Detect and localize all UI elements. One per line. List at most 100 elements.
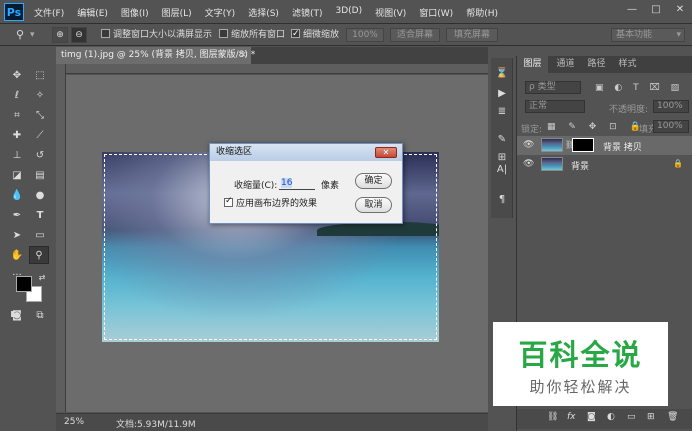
ok-button[interactable]: 确定 [355, 173, 392, 189]
blend-mode-select[interactable]: 正常 [525, 100, 585, 113]
zoom-tool-preset-icon[interactable]: ⚲ [16, 28, 24, 42]
group-icon[interactable]: ▭ [627, 412, 636, 422]
options-bar: ⚲ ▾ ⊕ ⊖ 调整窗口大小以满屏显示 缩放所有窗口 细微缩放 100% 适合屏… [0, 24, 692, 46]
menu-view[interactable]: 视图(V) [375, 6, 406, 19]
trash-icon[interactable]: 🗑 [667, 412, 678, 422]
fx-icon[interactable]: fx [567, 412, 576, 422]
menu-bar: Ps 文件(F) 编辑(E) 图像(I) 图层(L) 文字(Y) 选择(S) 滤… [0, 0, 692, 24]
crop-tool-icon[interactable]: ⌗ [7, 107, 27, 125]
shape-tool-icon[interactable]: ▭ [30, 227, 50, 245]
clone-stamp-tool-icon[interactable]: ⊥ [7, 147, 27, 165]
foreground-color-swatch[interactable] [16, 276, 32, 292]
contract-amount-label: 收缩量(C): [234, 181, 278, 191]
scrubby-zoom-checkbox[interactable] [291, 27, 300, 41]
zoom-100-button[interactable]: 100% [346, 28, 384, 42]
filter-icons[interactable]: ▣ ◐ T ⌧ ▨ [595, 83, 683, 93]
menu-select[interactable]: 选择(S) [248, 6, 279, 19]
layer-row-background-copy[interactable]: 👁 ⛓ 背景 拷贝 [517, 136, 692, 155]
tab-channels[interactable]: 通道 [550, 56, 581, 73]
eraser-tool-icon[interactable]: ◪ [7, 167, 27, 185]
menu-layer[interactable]: 图层(L) [162, 6, 192, 19]
actions-panel-icon[interactable]: ▶ [494, 86, 510, 102]
layer-filter-select[interactable]: ρ 类型 [525, 81, 581, 94]
dialog-close-button[interactable]: ✕ [375, 147, 397, 158]
close-window-button[interactable]: ✕ [668, 0, 692, 20]
eyedropper-tool-icon[interactable]: ⤡ [30, 107, 50, 125]
zoom-all-option[interactable]: 缩放所有窗口 [219, 28, 285, 42]
menu-image[interactable]: 图像(I) [121, 6, 149, 19]
visibility-eye-icon[interactable]: 👁 [523, 140, 534, 150]
apply-canvas-bounds-option[interactable]: 应用画布边界的效果 [224, 196, 317, 209]
menu-help[interactable]: 帮助(H) [466, 6, 498, 19]
mask-icon[interactable]: ◙ [587, 412, 596, 422]
vertical-ruler [56, 64, 66, 412]
character-panel-icon[interactable]: A| [494, 162, 510, 178]
screen-mode-icon[interactable]: ⧉ [30, 307, 50, 325]
zoom-tool-icon[interactable]: ⚲ [29, 246, 49, 264]
fill-input[interactable]: 100% [653, 120, 689, 133]
workspace-select[interactable]: 基本功能 ▾ [611, 28, 685, 42]
layer-mask-thumbnail[interactable] [572, 138, 594, 152]
properties-panel-icon[interactable]: ≣ [494, 104, 510, 120]
gradient-tool-icon[interactable]: ▤ [30, 167, 50, 185]
layer-row-background[interactable]: 👁 背景 🔒 [517, 155, 692, 174]
pen-tool-icon[interactable]: ✒ [7, 207, 27, 225]
contract-amount-input[interactable]: 16 [279, 177, 315, 190]
magic-wand-tool-icon[interactable]: ✧ [30, 87, 50, 105]
watermark-logo: 百科全说 助你轻松解决 [493, 322, 668, 406]
path-selection-tool-icon[interactable]: ➤ [7, 227, 27, 245]
menu-3d[interactable]: 3D(D) [335, 6, 362, 19]
lock-icons[interactable]: ▦ ✎ ✥ ⊡ 🔒 [547, 122, 646, 132]
resize-windows-label: 调整窗口大小以满屏显示 [113, 30, 213, 40]
adjustment-icon[interactable]: ◐ [607, 412, 615, 422]
minimize-button[interactable]: — [620, 0, 644, 20]
scrubby-zoom-option[interactable]: 细微缩放 [291, 27, 339, 42]
opacity-input[interactable]: 100% [653, 100, 689, 113]
status-zoom[interactable]: 25% [64, 417, 84, 427]
move-tool-icon[interactable]: ✥ [7, 67, 27, 85]
fit-screen-button[interactable]: 适合屏幕 [390, 28, 440, 42]
zoom-in-icon[interactable]: ⊕ [52, 27, 68, 43]
history-panel-icon[interactable]: ⌛ [494, 66, 510, 82]
blur-tool-icon[interactable]: 💧 [7, 187, 27, 205]
brush-tool-icon[interactable]: ⟋ [30, 127, 50, 145]
layer-filter-label: ρ 类型 [529, 82, 556, 92]
chevron-down-icon[interactable]: ▾ [30, 28, 35, 42]
type-tool-icon[interactable]: T [30, 207, 50, 225]
swap-colors-icon[interactable]: ⇄ [32, 269, 52, 287]
menu-file[interactable]: 文件(F) [34, 6, 64, 19]
visibility-eye-icon[interactable]: 👁 [523, 159, 534, 169]
menu-window[interactable]: 窗口(W) [419, 6, 453, 19]
tab-styles[interactable]: 样式 [612, 56, 643, 73]
apply-canvas-bounds-label: 应用画布边界的效果 [236, 199, 318, 209]
apply-canvas-bounds-checkbox[interactable] [224, 196, 233, 207]
lock-icon: 🔒 [673, 159, 683, 168]
close-icon[interactable]: × [239, 47, 247, 64]
menu-type[interactable]: 文字(Y) [205, 6, 236, 19]
dodge-tool-icon[interactable]: ● [30, 187, 50, 205]
paragraph-panel-icon[interactable]: ¶ [494, 192, 510, 208]
document-tab[interactable]: timg (1).jpg @ 25% (背景 拷贝, 图层蒙版/8) * × [56, 47, 255, 64]
cancel-button[interactable]: 取消 [355, 197, 392, 213]
status-doc-size: 文档:5.93M/11.9M [116, 420, 196, 430]
layers-panel-footer: ⛓ fx ◙ ◐ ▭ ⊞ 🗑 [517, 409, 692, 429]
menu-edit[interactable]: 编辑(E) [77, 6, 108, 19]
healing-brush-tool-icon[interactable]: ✚ [7, 127, 27, 145]
tab-layers[interactable]: 图层 [517, 56, 548, 73]
zoom-all-checkbox[interactable] [219, 29, 228, 38]
hand-tool-icon[interactable]: ✋ [7, 247, 27, 265]
tab-paths[interactable]: 路径 [581, 56, 612, 73]
fill-screen-button[interactable]: 填充屏幕 [446, 28, 498, 42]
menu-filter[interactable]: 滤镜(T) [292, 6, 323, 19]
quick-mask-mode-icon[interactable]: ◙ [7, 307, 27, 325]
resize-windows-checkbox[interactable] [101, 29, 110, 38]
link-icon[interactable]: ⛓ [547, 412, 558, 422]
maximize-button[interactable]: □ [644, 0, 668, 20]
marquee-tool-icon[interactable]: ⬚ [30, 67, 50, 85]
brush-panel-icon[interactable]: ✎ [494, 132, 510, 148]
zoom-out-icon[interactable]: ⊖ [71, 27, 87, 43]
history-brush-tool-icon[interactable]: ↺ [30, 147, 50, 165]
new-layer-icon[interactable]: ⊞ [647, 412, 655, 422]
lasso-tool-icon[interactable]: ℓ [7, 87, 27, 105]
resize-windows-option[interactable]: 调整窗口大小以满屏显示 [101, 28, 212, 42]
